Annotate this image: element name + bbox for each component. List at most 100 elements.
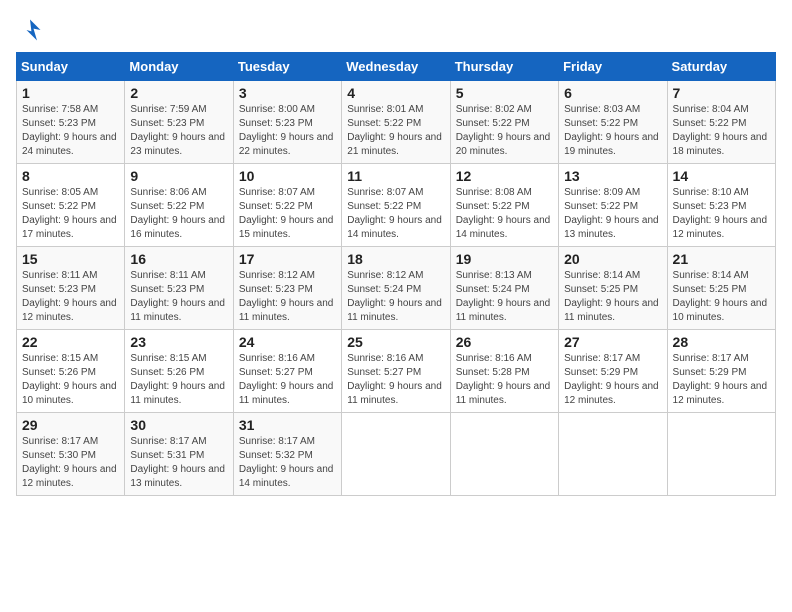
sunset-label: Sunset: 5:22 PM [130, 201, 204, 212]
day-number: 10 [239, 168, 336, 184]
day-info: Sunrise: 8:16 AM Sunset: 5:27 PM Dayligh… [239, 352, 336, 408]
daylight-label: Daylight: 9 hours and 11 minutes. [456, 298, 551, 323]
sunrise-label: Sunrise: 8:16 AM [347, 353, 423, 364]
sunrise-label: Sunrise: 8:17 AM [673, 353, 749, 364]
day-info: Sunrise: 8:09 AM Sunset: 5:22 PM Dayligh… [564, 186, 661, 242]
day-info: Sunrise: 8:17 AM Sunset: 5:30 PM Dayligh… [22, 435, 119, 491]
day-info: Sunrise: 8:15 AM Sunset: 5:26 PM Dayligh… [130, 352, 227, 408]
calendar-cell: 26 Sunrise: 8:16 AM Sunset: 5:28 PM Dayl… [450, 330, 558, 413]
calendar-week-row: 22 Sunrise: 8:15 AM Sunset: 5:26 PM Dayl… [17, 330, 776, 413]
calendar-cell: 21 Sunrise: 8:14 AM Sunset: 5:25 PM Dayl… [667, 247, 775, 330]
page-header [16, 16, 776, 44]
sunrise-label: Sunrise: 8:17 AM [564, 353, 640, 364]
day-number: 4 [347, 85, 444, 101]
sunset-label: Sunset: 5:24 PM [347, 284, 421, 295]
day-info: Sunrise: 8:11 AM Sunset: 5:23 PM Dayligh… [130, 269, 227, 325]
sunrise-label: Sunrise: 8:07 AM [239, 187, 315, 198]
day-info: Sunrise: 8:17 AM Sunset: 5:29 PM Dayligh… [564, 352, 661, 408]
day-number: 13 [564, 168, 661, 184]
calendar-week-row: 15 Sunrise: 8:11 AM Sunset: 5:23 PM Dayl… [17, 247, 776, 330]
header-day-saturday: Saturday [667, 53, 775, 81]
sunset-label: Sunset: 5:25 PM [564, 284, 638, 295]
day-info: Sunrise: 8:15 AM Sunset: 5:26 PM Dayligh… [22, 352, 119, 408]
daylight-label: Daylight: 9 hours and 12 minutes. [673, 215, 768, 240]
daylight-label: Daylight: 9 hours and 14 minutes. [347, 215, 442, 240]
sunset-label: Sunset: 5:22 PM [347, 201, 421, 212]
sunrise-label: Sunrise: 8:08 AM [456, 187, 532, 198]
sunset-label: Sunset: 5:27 PM [239, 367, 313, 378]
day-info: Sunrise: 8:14 AM Sunset: 5:25 PM Dayligh… [673, 269, 770, 325]
day-number: 26 [456, 334, 553, 350]
sunrise-label: Sunrise: 8:00 AM [239, 104, 315, 115]
day-info: Sunrise: 8:03 AM Sunset: 5:22 PM Dayligh… [564, 103, 661, 159]
sunrise-label: Sunrise: 8:06 AM [130, 187, 206, 198]
header-day-thursday: Thursday [450, 53, 558, 81]
daylight-label: Daylight: 9 hours and 12 minutes. [22, 464, 117, 489]
calendar-cell: 31 Sunrise: 8:17 AM Sunset: 5:32 PM Dayl… [233, 413, 341, 496]
day-number: 12 [456, 168, 553, 184]
sunset-label: Sunset: 5:32 PM [239, 450, 313, 461]
day-info: Sunrise: 8:13 AM Sunset: 5:24 PM Dayligh… [456, 269, 553, 325]
sunset-label: Sunset: 5:23 PM [130, 284, 204, 295]
day-info: Sunrise: 8:07 AM Sunset: 5:22 PM Dayligh… [347, 186, 444, 242]
sunset-label: Sunset: 5:22 PM [456, 201, 530, 212]
day-info: Sunrise: 8:06 AM Sunset: 5:22 PM Dayligh… [130, 186, 227, 242]
sunset-label: Sunset: 5:31 PM [130, 450, 204, 461]
sunrise-label: Sunrise: 8:17 AM [22, 436, 98, 447]
sunset-label: Sunset: 5:22 PM [673, 118, 747, 129]
day-number: 3 [239, 85, 336, 101]
sunrise-label: Sunrise: 8:17 AM [239, 436, 315, 447]
day-number: 6 [564, 85, 661, 101]
calendar-cell: 11 Sunrise: 8:07 AM Sunset: 5:22 PM Dayl… [342, 164, 450, 247]
sunset-label: Sunset: 5:27 PM [347, 367, 421, 378]
day-number: 30 [130, 417, 227, 433]
calendar-cell: 8 Sunrise: 8:05 AM Sunset: 5:22 PM Dayli… [17, 164, 125, 247]
calendar-cell: 6 Sunrise: 8:03 AM Sunset: 5:22 PM Dayli… [559, 81, 667, 164]
calendar-week-row: 29 Sunrise: 8:17 AM Sunset: 5:30 PM Dayl… [17, 413, 776, 496]
calendar-header-row: SundayMondayTuesdayWednesdayThursdayFrid… [17, 53, 776, 81]
header-day-friday: Friday [559, 53, 667, 81]
daylight-label: Daylight: 9 hours and 23 minutes. [130, 132, 225, 157]
day-number: 8 [22, 168, 119, 184]
day-number: 22 [22, 334, 119, 350]
sunrise-label: Sunrise: 8:11 AM [130, 270, 205, 281]
day-number: 11 [347, 168, 444, 184]
sunrise-label: Sunrise: 8:12 AM [347, 270, 423, 281]
calendar-cell: 10 Sunrise: 8:07 AM Sunset: 5:22 PM Dayl… [233, 164, 341, 247]
calendar-cell: 29 Sunrise: 8:17 AM Sunset: 5:30 PM Dayl… [17, 413, 125, 496]
sunrise-label: Sunrise: 8:15 AM [130, 353, 206, 364]
day-info: Sunrise: 8:16 AM Sunset: 5:28 PM Dayligh… [456, 352, 553, 408]
calendar-cell: 13 Sunrise: 8:09 AM Sunset: 5:22 PM Dayl… [559, 164, 667, 247]
calendar-cell [342, 413, 450, 496]
sunset-label: Sunset: 5:26 PM [130, 367, 204, 378]
day-number: 19 [456, 251, 553, 267]
day-number: 9 [130, 168, 227, 184]
daylight-label: Daylight: 9 hours and 16 minutes. [130, 215, 225, 240]
day-info: Sunrise: 8:00 AM Sunset: 5:23 PM Dayligh… [239, 103, 336, 159]
daylight-label: Daylight: 9 hours and 12 minutes. [673, 381, 768, 406]
daylight-label: Daylight: 9 hours and 19 minutes. [564, 132, 659, 157]
sunset-label: Sunset: 5:28 PM [456, 367, 530, 378]
sunset-label: Sunset: 5:22 PM [564, 118, 638, 129]
day-number: 17 [239, 251, 336, 267]
sunrise-label: Sunrise: 8:14 AM [564, 270, 640, 281]
calendar-cell: 27 Sunrise: 8:17 AM Sunset: 5:29 PM Dayl… [559, 330, 667, 413]
sunrise-label: Sunrise: 8:02 AM [456, 104, 532, 115]
sunrise-label: Sunrise: 8:11 AM [22, 270, 97, 281]
sunset-label: Sunset: 5:25 PM [673, 284, 747, 295]
sunrise-label: Sunrise: 8:16 AM [239, 353, 315, 364]
sunset-label: Sunset: 5:23 PM [239, 118, 313, 129]
calendar-cell: 14 Sunrise: 8:10 AM Sunset: 5:23 PM Dayl… [667, 164, 775, 247]
sunset-label: Sunset: 5:24 PM [456, 284, 530, 295]
calendar-cell [667, 413, 775, 496]
sunrise-label: Sunrise: 8:07 AM [347, 187, 423, 198]
logo-icon [16, 16, 44, 44]
daylight-label: Daylight: 9 hours and 13 minutes. [564, 215, 659, 240]
sunset-label: Sunset: 5:22 PM [564, 201, 638, 212]
header-day-monday: Monday [125, 53, 233, 81]
day-info: Sunrise: 8:12 AM Sunset: 5:24 PM Dayligh… [347, 269, 444, 325]
header-day-wednesday: Wednesday [342, 53, 450, 81]
day-info: Sunrise: 8:05 AM Sunset: 5:22 PM Dayligh… [22, 186, 119, 242]
day-info: Sunrise: 8:16 AM Sunset: 5:27 PM Dayligh… [347, 352, 444, 408]
day-number: 20 [564, 251, 661, 267]
